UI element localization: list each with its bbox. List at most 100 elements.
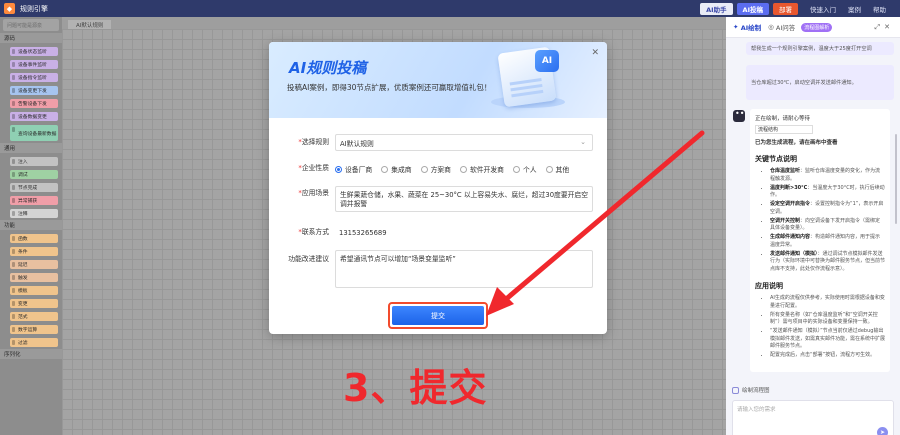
palette-node[interactable]: 过滤 — [10, 338, 58, 347]
rule-select[interactable]: AI默认规则 ⌄ — [335, 134, 593, 151]
cases-link[interactable]: 案例 — [848, 4, 861, 14]
rule-select-value: AI默认规则 — [340, 139, 374, 148]
enterprise-type-radio[interactable]: 个人 — [512, 164, 537, 174]
chat-input-placeholder: 请输入您的需求 — [737, 407, 776, 413]
chevron-down-icon: ⌄ — [580, 138, 586, 146]
chat-area[interactable]: 帮我生成一个规则引擎案例，温度大于25度打开空调 当仓库超过30℃，启动空调并发… — [726, 38, 900, 372]
palette-node[interactable]: 触发 — [10, 273, 58, 282]
palette-node[interactable]: 设备状态监听 — [10, 47, 58, 56]
palette-node[interactable]: 查询设备最新数据 — [10, 125, 58, 141]
contact-label: 联系方式 — [301, 228, 329, 236]
panel-window-icons[interactable]: ⤢✕ — [875, 23, 894, 32]
palette-group[interactable]: 通用 — [0, 143, 62, 153]
radio-dot-icon — [420, 165, 428, 173]
decor-ai-badge-icon: AI — [535, 50, 559, 72]
palette-node[interactable]: 设备数据变更 — [10, 112, 58, 121]
suggest-label: 功能改进建议 — [288, 255, 329, 263]
enterprise-type-radio[interactable]: 集成商 — [381, 164, 412, 174]
enterprise-type-radio[interactable]: 设备厂商 — [335, 164, 372, 174]
palette-node[interactable]: 模板 — [10, 286, 58, 295]
palette-node[interactable]: 变更 — [10, 299, 58, 308]
tab-ai-qa-label: AI问答 — [775, 24, 796, 32]
send-icon[interactable]: ➤ — [877, 427, 888, 435]
radio-dot-icon — [381, 165, 389, 173]
list-item-title: 温度判断>30°C — [770, 184, 808, 191]
modal-header: AI规则投稿 投稿AI案例，即得30节点扩展，优质案例还可赢取增值礼包！ AI … — [269, 42, 607, 118]
contact-input[interactable]: 13153265689 — [335, 224, 593, 241]
list-item: 设定空调开启指令：设置控制指令为“1”，表示开启空调。 — [770, 201, 885, 216]
radio-dot-icon — [545, 165, 553, 173]
palette-node[interactable]: 注入 — [10, 157, 58, 166]
palette-node[interactable]: 设备指令监听 — [10, 73, 58, 82]
submission-modal: AI规则投稿 投稿AI案例，即得30节点扩展，优质案例还可赢取增值礼包！ AI … — [269, 42, 607, 334]
palette-node[interactable]: 异常捕获 — [10, 196, 58, 205]
list-item: 配置完成后，点击“部署”按钮，流程方可生效。 — [770, 352, 885, 360]
help-link[interactable]: 帮助 — [873, 4, 886, 14]
chat-scrollbar[interactable] — [895, 134, 897, 224]
tab-flow[interactable]: AI默认规则 — [68, 20, 112, 29]
radio-label: 个人 — [522, 166, 537, 174]
node-palette: 问题可能是源泉 源码设备状态监听 设备事件监听 设备指令监听 设备变更下发 告警设备下发… — [0, 17, 62, 435]
palette-node[interactable]: 范式 — [10, 312, 58, 321]
palette-node[interactable]: 延迟 — [10, 260, 58, 269]
list-item-text: “发送邮件通知（模拟）”节点当前仅通过debug输出模拟邮件发送，如需真实邮件功… — [770, 328, 886, 349]
submit-highlight: 提交 — [388, 302, 488, 329]
palette-group[interactable]: 序列化 — [0, 349, 62, 359]
palette-search-input[interactable]: 问题可能是源泉 — [3, 19, 59, 31]
enterprise-type-radio[interactable]: 软件开发商 — [459, 164, 504, 174]
palette-group[interactable]: 功能 — [0, 220, 62, 230]
tab-ai-qa[interactable]: ◎ AI问答 — [768, 22, 795, 32]
radio-dot-icon — [512, 165, 520, 173]
key-node-list: 仓库温度监听：监听仓库温度变量的变化，作为流程触发源。温度判断>30°C：当温度… — [755, 168, 885, 273]
list-item-text: 配置完成后，点击“部署”按钮，流程方可生效。 — [770, 352, 876, 358]
tab-ai-draw[interactable]: ✦ AI绘制 — [733, 22, 761, 32]
palette-node[interactable]: 设备事件监听 — [10, 60, 58, 69]
bot-status-text: 正在绘制，请耐心等待 — [755, 116, 811, 122]
user-message: 当仓库超过30℃，启动空调并发送邮件通知。 — [746, 65, 894, 100]
radio-label: 其他 — [555, 166, 570, 174]
palette-node[interactable]: 注释 — [10, 209, 58, 218]
usage-list: AI生成的流程仅供参考，实际使用时需根据设备和变量进行配置。所有变量名称（如“仓… — [755, 295, 885, 360]
rule-label: 选择规则 — [301, 138, 329, 146]
palette-node[interactable]: 设备变更下发 — [10, 86, 58, 95]
app-logo-icon: ◆ — [4, 3, 15, 14]
ai-side-panel: ✦ AI绘制 ◎ AI问答 流程图解析 ⤢✕ 帮我生成一个规则引擎案例，温度大于… — [726, 17, 900, 435]
list-item-title: 发送邮件通知（模拟） — [770, 250, 818, 257]
chat-input[interactable]: 请输入您的需求 ➤ — [732, 400, 894, 435]
palette-node[interactable]: 调试 — [10, 170, 58, 179]
section-title: 关键节点说明 — [755, 155, 797, 163]
list-item-title: 生成邮件通知内容 — [770, 234, 811, 240]
list-item-title: 设定空调开启指令 — [770, 201, 811, 207]
modal-subtitle: 投稿AI案例，即得30节点扩展，优质案例还可赢取增值礼包！ — [287, 83, 492, 92]
section-title: 应用说明 — [755, 282, 783, 290]
quickstart-link[interactable]: 快速入门 — [810, 4, 836, 14]
ai-submission-button[interactable]: AI投稿 — [736, 2, 769, 15]
draw-flow-button[interactable]: 绘制流程图 — [732, 386, 770, 394]
draw-flow-label: 绘制流程图 — [742, 388, 770, 394]
bot-reply-card: 正在绘制，请耐心等待 流程结构 已为您生成流程，请在画布中查看 关键节点说明 仓… — [750, 109, 890, 372]
list-item: 生成邮件通知内容：构造邮件通知内容，用于提示温度异常。 — [770, 234, 885, 249]
radio-label: 集成商 — [391, 166, 412, 174]
palette-group[interactable]: 源码 — [0, 33, 62, 43]
modal-title: AI规则投稿 — [289, 59, 367, 77]
palette-node[interactable]: 条件 — [10, 247, 58, 256]
enterprise-type-radio[interactable]: 其他 — [545, 164, 570, 174]
close-icon[interactable]: ✕ — [591, 48, 599, 58]
palette-node[interactable]: 告警设备下发 — [10, 99, 58, 108]
list-item: AI生成的流程仅供参考，实际使用时需根据设备和变量进行配置。 — [770, 295, 885, 310]
ai-assistant-button[interactable]: AI助手 — [700, 2, 733, 15]
palette-node[interactable]: 数字运算 — [10, 325, 58, 334]
deploy-button[interactable]: 部署 — [773, 2, 798, 15]
scene-textarea[interactable]: 生鲜果蔬仓储，水果、蔬菜在 25~30°C 以上容易失水、腐烂，超过30度要开启… — [335, 186, 593, 212]
flow-parse-badge[interactable]: 流程图解析 — [801, 22, 833, 32]
list-item: 仓库温度监听：监听仓库温度变量的变化，作为流程触发源。 — [770, 168, 885, 183]
radio-label: 设备厂商 — [345, 166, 373, 174]
palette-node[interactable]: 节点完成 — [10, 183, 58, 192]
suggest-textarea[interactable]: 希望通讯节点可以增加“场景变量监听” — [335, 250, 593, 288]
palette-node[interactable]: 函数 — [10, 234, 58, 243]
radio-dot-icon — [459, 165, 467, 173]
enterprise-type-radio[interactable]: 方案商 — [420, 164, 451, 174]
submit-button[interactable]: 提交 — [392, 306, 484, 325]
bot-field: 流程结构 — [755, 125, 813, 134]
bot-done-text: 已为您生成流程，请在画布中查看 — [755, 140, 838, 146]
